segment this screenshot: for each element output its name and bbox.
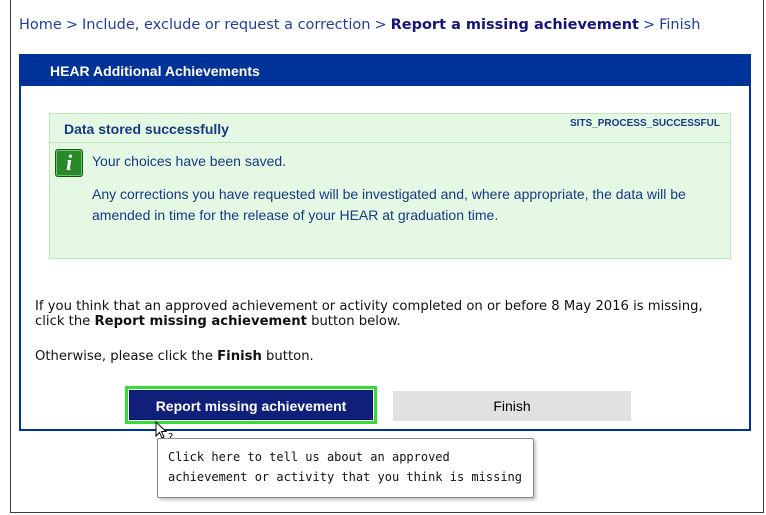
breadcrumb-include-exclude[interactable]: Include, exclude or request a correction xyxy=(82,17,370,33)
breadcrumb-home[interactable]: Home xyxy=(19,17,62,33)
instruction-bold: Finish xyxy=(217,349,262,364)
message-line-saved: Your choices have been saved. xyxy=(92,153,287,169)
info-icon: i xyxy=(55,149,83,177)
missing-instructions: If you think that an approved achievemen… xyxy=(35,299,735,329)
instruction-text: button below. xyxy=(306,314,401,329)
breadcrumb: Home > Include, exclude or request a corre… xyxy=(19,17,700,33)
message-header: Data stored successfully SITS_PROCESS_SU… xyxy=(50,114,730,143)
panel-title: HEAR Additional Achievements xyxy=(21,56,749,86)
instruction-bold: Report missing achievement xyxy=(94,314,307,329)
message-code: SITS_PROCESS_SUCCESSFUL xyxy=(569,118,720,129)
finish-instructions: Otherwise, please click the Finish butto… xyxy=(35,349,314,364)
instruction-text: Otherwise, please click the xyxy=(35,349,218,364)
breadcrumb-finish: Finish xyxy=(659,17,701,33)
report-button-tooltip: Click here to tell us about an approved … xyxy=(157,438,534,498)
finish-button[interactable]: Finish xyxy=(393,391,631,421)
achievements-panel: HEAR Additional Achievements Data stored… xyxy=(19,54,751,431)
message-title: Data stored successfully xyxy=(64,121,229,137)
breadcrumb-separator: > xyxy=(65,17,78,33)
instruction-text: button. xyxy=(261,349,314,364)
message-line-corrections: Any corrections you have requested will … xyxy=(92,186,686,223)
breadcrumb-separator: > xyxy=(642,17,656,33)
report-missing-achievement-button[interactable]: Report missing achievement xyxy=(125,386,377,424)
success-message: Data stored successfully SITS_PROCESS_SU… xyxy=(49,113,731,259)
breadcrumb-current: Report a missing achievement xyxy=(390,17,639,33)
breadcrumb-separator: > xyxy=(374,17,387,33)
